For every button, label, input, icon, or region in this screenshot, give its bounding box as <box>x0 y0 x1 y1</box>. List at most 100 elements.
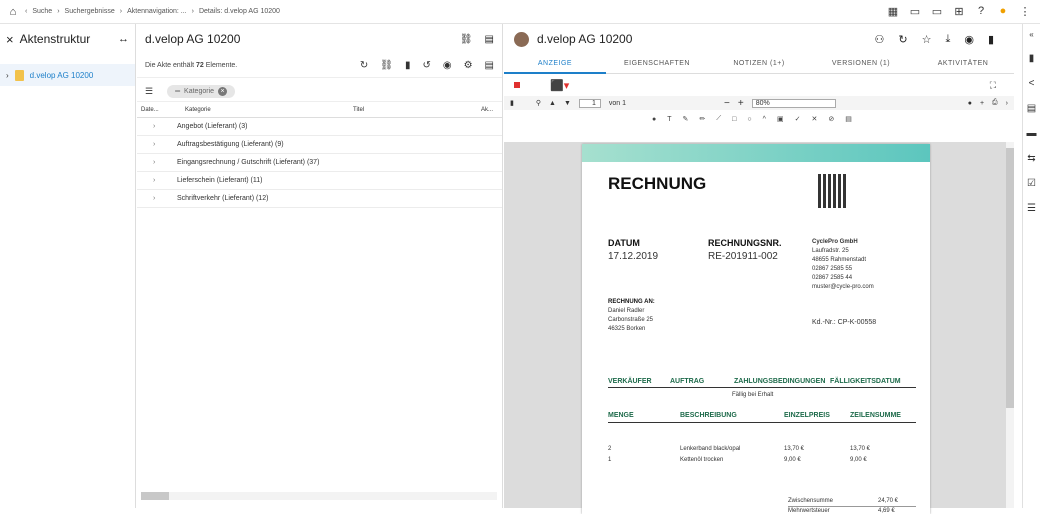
breadcrumb-item[interactable]: Aktennavigation: ... <box>127 8 187 15</box>
table-row[interactable]: › Eingangsrechnung / Gutschrift (Lieferan… <box>137 154 502 172</box>
table-row[interactable]: › Schriftverkehr (Lieferant) (12) <box>137 190 502 208</box>
ellipse-tool-icon[interactable]: ○ <box>747 116 751 123</box>
pdf-icon[interactable]: ⬛▾ <box>550 79 569 92</box>
close-icon[interactable]: × <box>6 32 14 47</box>
stop-icon[interactable] <box>514 82 520 88</box>
back-icon[interactable]: ‹ <box>25 8 27 15</box>
column-toggle-icon[interactable]: ▤ <box>485 34 494 45</box>
list-icon[interactable]: ▤ <box>485 60 494 71</box>
chevron-right-icon[interactable]: › <box>6 71 9 80</box>
table-row[interactable]: › Angebot (Lieferant) (3) <box>137 118 502 136</box>
page-input[interactable]: 1 <box>578 98 601 108</box>
checklist-icon[interactable]: ☰ <box>1027 203 1036 214</box>
gear-icon[interactable]: ⚙ <box>464 60 473 71</box>
column-header[interactable]: Titel <box>353 107 481 113</box>
rect-tool-icon[interactable]: □ <box>732 116 736 123</box>
workflow-icon[interactable]: ⇆ <box>1027 153 1035 164</box>
tab-notizen[interactable]: NOTIZEN (1+) <box>708 54 810 74</box>
zoom-out-icon[interactable]: − <box>724 98 730 109</box>
expand-width-icon[interactable]: ↔ <box>118 33 129 45</box>
download-icon[interactable]: ⤓ <box>945 33 950 46</box>
filter-chip[interactable]: ═ Kategorie × <box>167 85 236 98</box>
add-icon[interactable]: + <box>980 100 984 107</box>
tab-bar: ANZEIGE EIGENSCHAFTEN NOTIZEN (1+) VERSI… <box>504 54 1014 74</box>
table-row[interactable]: › Auftragsbestätigung (Lieferant) (9) <box>137 136 502 154</box>
recipient-block: RECHNUNG AN: Daniel Radler Carbonstraße … <box>608 299 655 332</box>
task-icon[interactable]: ☑ <box>1027 178 1036 189</box>
column-header[interactable]: Kategorie <box>185 107 353 113</box>
chevron-right-icon[interactable]: › <box>153 123 177 130</box>
comment-icon[interactable]: ● <box>968 100 972 107</box>
cross-tool-icon[interactable]: ✕ <box>811 115 817 123</box>
chevron-right-icon[interactable]: › <box>153 141 177 148</box>
window-split-icon[interactable]: ▭ <box>930 4 944 18</box>
chevron-right-icon[interactable]: › <box>153 159 177 166</box>
fullscreen-icon[interactable]: ⛶ <box>990 80 996 91</box>
inbox-icon[interactable]: ▬ <box>1027 128 1037 139</box>
marker-tool-icon[interactable]: ✏ <box>699 115 705 123</box>
tab-eigenschaften[interactable]: EIGENSCHAFTEN <box>606 54 708 74</box>
column-header[interactable]: Date... <box>141 107 185 113</box>
text-tool-icon[interactable]: T <box>667 116 671 123</box>
clipboard-icon[interactable]: ▤ <box>1027 103 1036 114</box>
more-vertical-icon[interactable]: ⋮ <box>1018 4 1032 18</box>
stamp-tool-icon[interactable]: ▤ <box>845 115 852 123</box>
pdf-toolbar: ▮ ⚲ ▲ ▼ 1 von 1 − + 80% ● + ⎙ › <box>504 96 1014 110</box>
refresh-icon[interactable]: ↻ <box>360 60 368 71</box>
help-icon[interactable]: ? <box>974 4 988 18</box>
table-header: Date... Kategorie Titel Ak... <box>137 102 502 118</box>
eraser-tool-icon[interactable]: ⊘ <box>828 115 834 123</box>
compass-icon[interactable]: ◉ <box>443 60 452 71</box>
home-icon[interactable]: ⌂ <box>6 5 20 19</box>
share-icon[interactable]: < <box>1029 78 1035 89</box>
search-icon[interactable]: ⚲ <box>536 99 541 107</box>
tree-item[interactable]: › d.velop AG 10200 <box>0 64 135 86</box>
check-tool-icon[interactable]: ✓ <box>795 115 801 123</box>
column-header[interactable]: Ak... <box>481 107 493 113</box>
apps-grid-icon[interactable]: ▦ <box>886 4 900 18</box>
zoom-in-icon[interactable]: + <box>738 98 744 109</box>
window-icon[interactable]: ▭ <box>908 4 922 18</box>
copy-icon[interactable]: ▮ <box>405 60 411 71</box>
gift-icon[interactable]: ⊞ <box>952 4 966 18</box>
tab-anzeige[interactable]: ANZEIGE <box>504 54 606 74</box>
breadcrumb-item[interactable]: Suche <box>32 8 52 15</box>
link-icon[interactable]: ⛓ <box>460 34 473 45</box>
structure-panel: × Aktenstruktur ↔ › d.velop AG 10200 <box>0 24 136 508</box>
date-value: 17.12.2019 <box>608 251 659 262</box>
sidebar-toggle-icon[interactable]: ▮ <box>510 99 514 107</box>
pdf-viewer[interactable]: RECHNUNG DATUM 17.12.2019 RECHNUNGSNR. R… <box>504 142 1014 514</box>
image-tool-icon[interactable]: ▣ <box>777 115 784 123</box>
pen-tool-icon[interactable]: ✎ <box>683 115 689 123</box>
polyline-tool-icon[interactable]: ^ <box>763 116 766 123</box>
unlink-icon[interactable]: ⛓ <box>380 60 393 71</box>
collapse-icon[interactable]: « <box>1029 30 1033 39</box>
star-icon[interactable]: ☆ <box>922 33 932 46</box>
tab-aktivitaeten[interactable]: AKTIVITÄTEN <box>912 54 1014 74</box>
remove-chip-icon[interactable]: × <box>218 87 228 96</box>
copy-icon[interactable]: ▮ <box>988 33 994 46</box>
table-row[interactable]: › Lieferschein (Lieferant) (11) <box>137 172 502 190</box>
zoom-select[interactable]: 80% <box>751 98 836 108</box>
top-bar: ⌂ ‹ Suche › Suchergebnisse › Aktennavigati… <box>0 0 1040 24</box>
line-tool-icon[interactable]: ⟋ <box>716 115 721 123</box>
eye-icon[interactable]: ◉ <box>964 33 974 46</box>
history-icon[interactable]: ↺ <box>422 60 430 71</box>
filter-icon[interactable]: ☰ <box>145 86 153 97</box>
refresh-icon[interactable]: ↻ <box>898 33 907 46</box>
chevron-right-icon[interactable]: › <box>153 177 177 184</box>
chevron-right-icon[interactable]: › <box>153 195 177 202</box>
prev-page-icon[interactable]: ▲ <box>549 100 556 107</box>
vertical-scrollbar[interactable] <box>1006 142 1014 508</box>
tab-versionen[interactable]: VERSIONEN (1) <box>810 54 912 74</box>
more-tools-icon[interactable]: › <box>1006 100 1008 107</box>
assign-user-icon[interactable]: ⚇ <box>874 33 884 46</box>
comment-tool-icon[interactable]: ● <box>652 116 656 123</box>
horizontal-scrollbar[interactable] <box>141 492 497 500</box>
document-icon[interactable]: ▮ <box>1029 53 1035 64</box>
next-page-icon[interactable]: ▼ <box>564 100 571 107</box>
print-icon[interactable]: ⎙ <box>992 99 998 107</box>
breadcrumb-item[interactable]: Suchergebnisse <box>65 8 115 15</box>
annotation-toolbar: ● T ✎ ✏ ⟋ □ ○ ^ ▣ ✓ ✕ ⊘ ▤ <box>652 112 892 126</box>
user-icon[interactable]: ● <box>996 4 1010 18</box>
